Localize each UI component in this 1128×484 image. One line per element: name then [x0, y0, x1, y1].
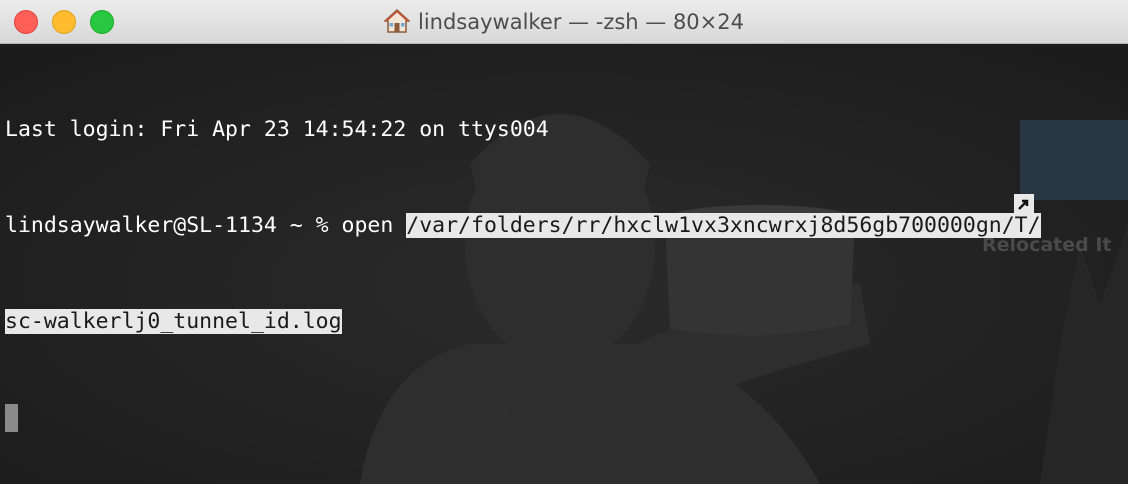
terminal-content[interactable]: Relocated It Last login: Fri Apr 23 14:5… [0, 44, 1128, 484]
cursor-line [5, 402, 1041, 434]
selected-path-text[interactable]: /var/folders/rr/hxclw1vx3xncwrxj8d56gb70… [406, 213, 1041, 238]
text-cursor [5, 404, 18, 432]
last-login-line: Last login: Fri Apr 23 14:54:22 on ttys0… [5, 117, 549, 142]
title-bar[interactable]: lindsaywalker — -zsh — 80×24 [0, 0, 1128, 44]
selected-path-text-continued[interactable]: sc-walkerlj0_tunnel_id.log [5, 309, 342, 334]
window-title-container: lindsaywalker — -zsh — 80×24 [0, 0, 1128, 44]
shell-prompt: lindsaywalker@SL-1134 ~ % open [5, 213, 407, 238]
terminal-output: Last login: Fri Apr 23 14:54:22 on ttys0… [5, 50, 1041, 484]
home-icon [384, 8, 410, 33]
terminal-window: lindsaywalker — -zsh — 80×24 Relocated I… [0, 0, 1128, 484]
window-title: lindsaywalker — -zsh — 80×24 [418, 10, 744, 34]
command-line-wrap: sc-walkerlj0_tunnel_id.log [5, 306, 1041, 338]
command-line: lindsaywalker@SL-1134 ~ % open /var/fold… [5, 210, 1041, 242]
